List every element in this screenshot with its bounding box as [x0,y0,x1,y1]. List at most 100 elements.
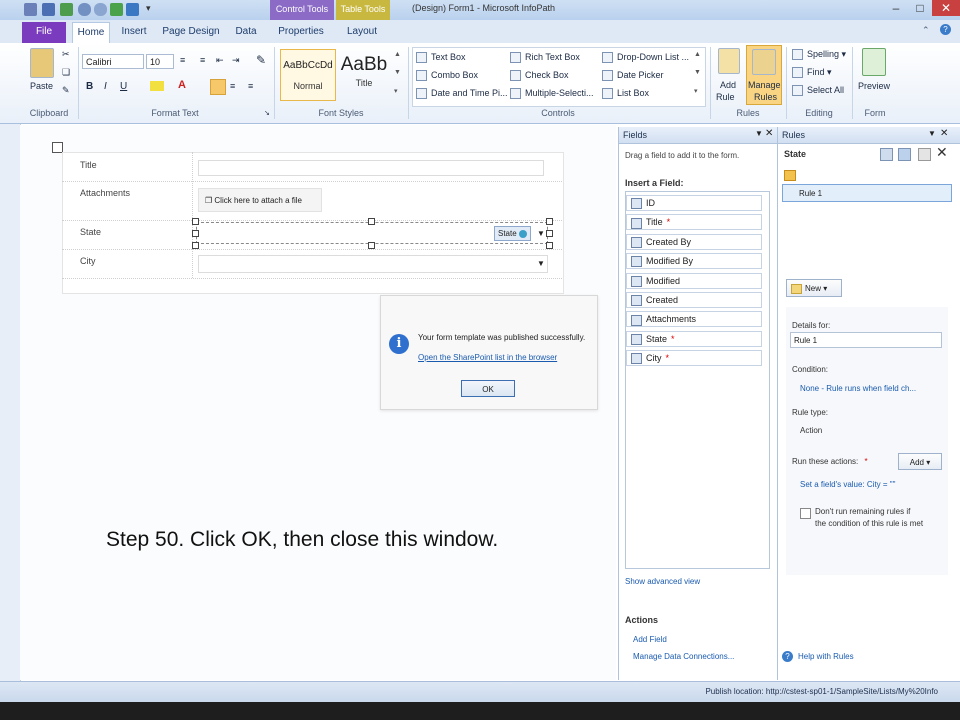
help-icon[interactable]: ? [940,24,951,35]
control-combo-box[interactable]: Combo Box [416,70,478,82]
fields-pane-menu-icon[interactable]: ▼ [755,129,763,138]
align-center-icon[interactable]: ≡ [230,81,235,91]
manage-data-connections-link[interactable]: Manage Data Connections... [633,652,734,661]
controls-scroll-down-icon[interactable]: ▼ [694,69,701,76]
copy-rule-icon[interactable] [880,148,893,161]
resize-handle[interactable] [192,242,199,249]
fields-pane-close-icon[interactable]: ✕ [765,128,773,139]
tab-layout[interactable]: Layout [336,22,388,43]
action-set-field-value-link[interactable]: Set a field's value: City = "" [800,480,895,489]
copy-icon[interactable]: ❏ [62,67,70,78]
align-left-icon[interactable] [210,79,226,95]
style-title[interactable]: AaBb Title [338,49,390,101]
publish-icon[interactable] [60,3,73,16]
format-painter-icon[interactable]: ✎ [62,85,70,96]
control-rich-text-box[interactable]: Rich Text Box [510,52,580,64]
tab-insert[interactable]: Insert [116,22,152,43]
save-icon[interactable] [42,3,55,16]
bullets-icon[interactable]: ≡ [180,55,185,65]
field-item[interactable]: Modified By [626,253,762,270]
underline-icon[interactable]: U [120,81,127,92]
rule-list-item[interactable]: Rule 1 [782,184,952,202]
find-button[interactable]: Find ▾ [792,67,832,79]
decrease-indent-icon[interactable]: ⇤ [216,55,224,66]
field-item[interactable]: Title * [626,214,762,231]
preview-icon[interactable] [862,48,886,76]
field-item[interactable]: Created By [626,233,762,250]
field-item[interactable]: State * [626,330,762,347]
infopath-app-icon[interactable] [24,3,37,16]
city-dropdown[interactable] [198,255,548,273]
format-text-launcher-icon[interactable]: ↘ [264,109,270,117]
gallery-scroll-up-icon[interactable]: ▲ [394,51,401,58]
help-rules-icon[interactable]: ? [782,651,793,662]
tab-home[interactable]: Home [72,22,110,44]
bold-icon[interactable]: B [86,81,93,92]
show-advanced-view-link[interactable]: Show advanced view [625,577,700,586]
control-drop-down-list[interactable]: Drop-Down List ... [602,52,689,64]
resize-handle[interactable] [546,218,553,225]
condition-link[interactable]: None - Rule runs when field ch... [800,384,916,393]
publish-qat-icon[interactable] [126,3,139,16]
add-rule-label-2[interactable]: Rule [716,92,735,102]
controls-more-icon[interactable]: ▾ [694,87,698,95]
font-size-select[interactable]: 10 [146,54,174,69]
field-item[interactable]: Modified [626,272,762,289]
tab-data[interactable]: Data [228,22,264,43]
add-rule-label[interactable]: Add [720,80,736,90]
rule-name-input[interactable]: Rule 1 [790,332,942,348]
highlight-icon[interactable] [150,81,164,91]
open-sharepoint-list-link[interactable]: Open the SharePoint list in the browser [418,353,557,362]
add-field-link[interactable]: Add Field [633,635,667,644]
dropdown-arrow-icon[interactable]: ▼ [537,229,545,238]
increase-indent-icon[interactable]: ⇥ [232,55,240,66]
paste-button[interactable]: Paste [30,81,53,91]
close-window-button[interactable]: ✕ [932,0,960,16]
undo-icon[interactable] [78,3,91,16]
minimize-button[interactable]: – [884,0,908,16]
italic-icon[interactable]: I [104,81,107,92]
field-item[interactable]: ID [626,195,762,211]
attach-file-control[interactable]: ❐ Click here to attach a file [198,188,322,212]
add-rule-icon[interactable] [718,48,740,74]
resize-handle[interactable] [546,242,553,249]
gallery-more-icon[interactable]: ▾ [394,87,398,95]
resize-handle[interactable] [368,242,375,249]
maximize-button[interactable]: □ [908,0,932,16]
paste-rule-icon[interactable] [898,148,911,161]
field-item[interactable]: Created [626,292,762,308]
field-item[interactable]: City * [626,350,762,367]
add-action-button[interactable]: Add ▾ [898,453,942,470]
clear-formatting-icon[interactable]: ✎ [256,53,266,67]
resize-handle[interactable] [192,218,199,225]
tab-properties[interactable]: Properties [272,22,330,43]
field-item[interactable]: Attachments [626,311,762,328]
customize-qat-icon[interactable]: ▾ [146,3,151,14]
city-dropdown-arrow-icon[interactable]: ▼ [537,259,545,268]
dont-run-checkbox[interactable] [800,508,811,519]
numbering-icon[interactable]: ≡ [200,55,205,65]
control-list-box[interactable]: List Box [602,88,649,100]
rules-pane-close-icon[interactable]: ✕ [940,128,948,139]
control-date-time-picker[interactable]: Date and Time Pi... [416,88,508,100]
preview-button[interactable]: Preview [858,81,890,91]
delete-rule-icon[interactable] [918,148,931,161]
title-input[interactable] [198,160,544,176]
help-with-rules-link[interactable]: Help with Rules [798,652,854,661]
preview-qat-icon[interactable] [110,3,123,16]
resize-handle[interactable] [546,230,553,237]
paste-icon[interactable] [30,48,54,78]
gallery-scroll-down-icon[interactable]: ▼ [394,69,401,76]
cut-icon[interactable]: ✂ [62,49,70,60]
spelling-button[interactable]: Spelling ▾ [792,49,846,61]
select-all-button[interactable]: Select All [792,85,844,97]
resize-handle[interactable] [192,230,199,237]
minimize-ribbon-icon[interactable]: ⌃ [922,25,930,36]
control-text-box[interactable]: Text Box [416,52,466,64]
resize-handle[interactable] [368,218,375,225]
control-check-box[interactable]: Check Box [510,70,569,82]
font-name-select[interactable]: Calibri [82,54,144,69]
state-field-tag[interactable]: State [494,226,531,241]
controls-scroll-up-icon[interactable]: ▲ [694,51,701,58]
font-color-icon[interactable]: A [178,79,186,91]
